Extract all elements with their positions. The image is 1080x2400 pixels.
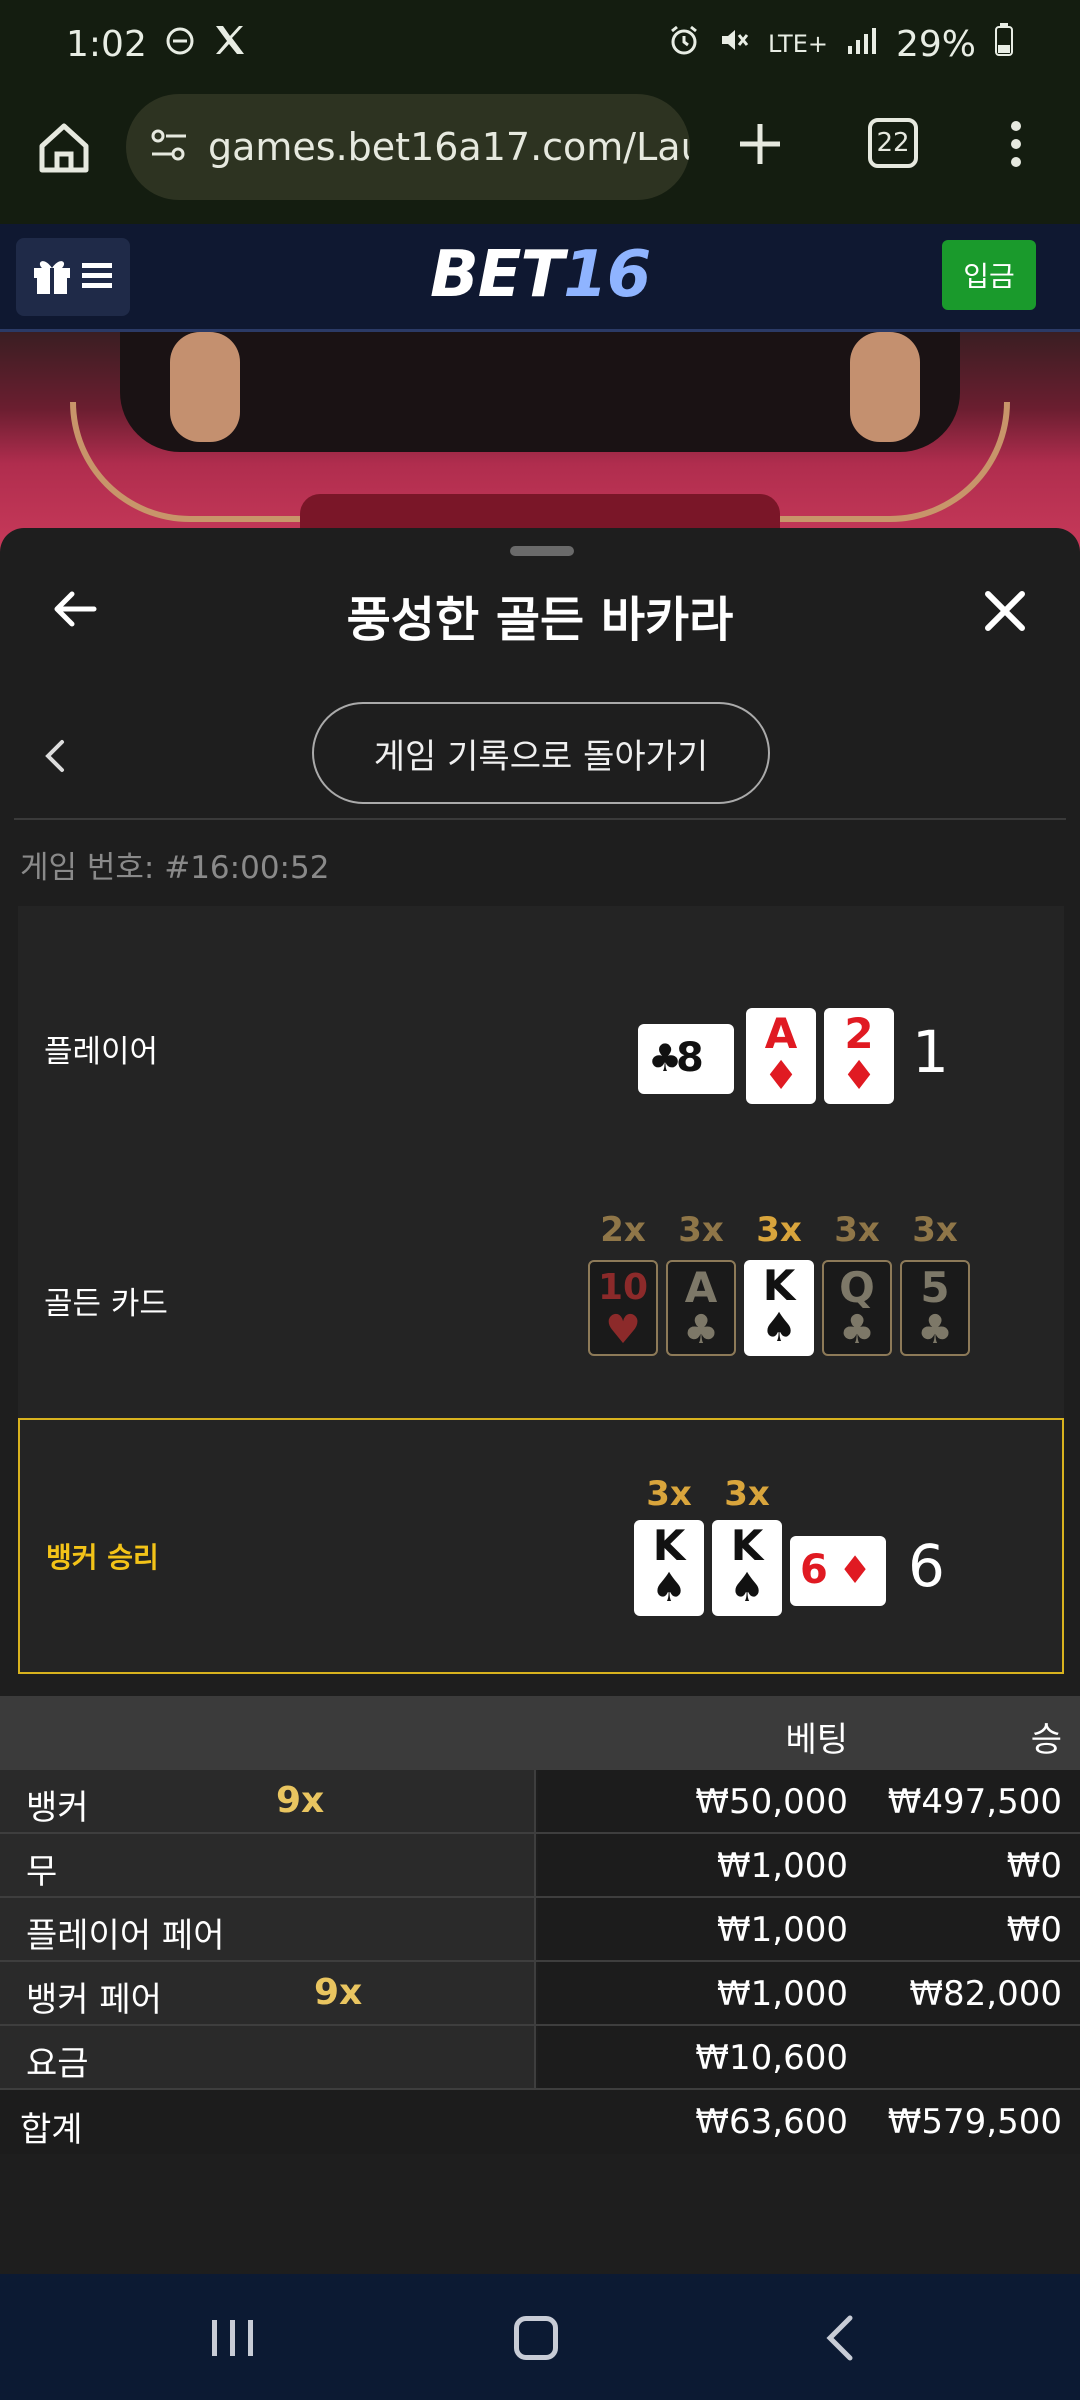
- recents-icon[interactable]: [206, 2316, 260, 2360]
- banker-win-highlight: 뱅커 승리 3x K ♠ 3x K ♠ ♦ 6 6: [18, 1418, 1064, 1674]
- bet-name: 뱅커 페어: [26, 1980, 162, 2020]
- player-label: 플레이어: [44, 1034, 159, 1070]
- bet-amount: ₩1,000: [717, 1910, 848, 1950]
- golden-multiplier-active: 3x: [756, 1210, 802, 1250]
- close-icon[interactable]: [980, 586, 1030, 636]
- win-amount: ₩0: [1006, 1846, 1062, 1886]
- panel-title: 풍성한 골든 바카라: [346, 592, 734, 648]
- banker-card-multiplier: 3x: [724, 1474, 770, 1514]
- back-nav-icon[interactable]: [820, 2314, 860, 2362]
- browser-toolbar: games.bet16a17.com/Launc 22: [0, 88, 1080, 224]
- gift-icon: [32, 254, 72, 300]
- table-row: 플레이어 페어 ₩1,000 ₩0: [0, 1898, 1080, 1962]
- mute-icon: [718, 24, 750, 65]
- system-nav-bar: [0, 2274, 1080, 2400]
- home-icon[interactable]: [34, 118, 94, 178]
- site-settings-icon[interactable]: [148, 124, 190, 170]
- site-header: BET16 입금: [0, 224, 1080, 332]
- banker-card-3: ♦ 6: [790, 1536, 886, 1606]
- tab-switcher-button[interactable]: 22: [868, 118, 918, 168]
- back-to-history-button[interactable]: 게임 기록으로 돌아가기: [312, 702, 770, 804]
- total-row: 합계 ₩63,600 ₩579,500: [0, 2090, 1080, 2154]
- win-amount: ₩0: [1006, 1910, 1062, 1950]
- new-tab-icon[interactable]: [730, 114, 790, 174]
- bet-summary-table: 베팅 승 뱅커 9x ₩50,000 ₩497,500 무 ₩1,000 ₩0 …: [0, 1696, 1080, 2154]
- player-card-1: ♣ 8: [638, 1024, 734, 1094]
- status-bar: 1:02 LTE+ 29%: [0, 0, 1080, 88]
- chevron-left-icon[interactable]: [40, 736, 70, 776]
- header-win: 승: [1030, 1720, 1062, 1760]
- banker-card-2: K ♠: [712, 1520, 782, 1616]
- deposit-button[interactable]: 입금: [942, 240, 1036, 310]
- win-amount: ₩497,500: [887, 1782, 1062, 1822]
- bet-name: 뱅커: [26, 1788, 89, 1828]
- drag-handle[interactable]: [510, 546, 574, 556]
- alarm-icon: [668, 24, 700, 65]
- player-card-3: 2 ♦: [824, 1008, 894, 1104]
- signal-icon: [846, 24, 878, 65]
- total-bet: ₩63,600: [695, 2102, 848, 2142]
- golden-card: 10 ♥: [588, 1260, 658, 1356]
- bet-multiplier: 9x: [276, 1780, 325, 1821]
- bet-name: 플레이어 페어: [26, 1916, 225, 1956]
- dnd-icon: [165, 24, 195, 65]
- bet-amount: ₩1,000: [717, 1974, 848, 2014]
- divider: [14, 818, 1066, 820]
- address-bar[interactable]: games.bet16a17.com/Launc: [126, 94, 690, 200]
- table-row: 뱅커 페어 9x ₩1,000 ₩82,000: [0, 1962, 1080, 2026]
- banker-card-multiplier: 3x: [646, 1474, 692, 1514]
- golden-multiplier: 3x: [678, 1210, 724, 1250]
- gift-menu-button[interactable]: [16, 238, 130, 316]
- home-nav-icon[interactable]: [514, 2316, 558, 2360]
- golden-card: A ♣: [666, 1260, 736, 1356]
- header-bet: 베팅: [785, 1720, 848, 1760]
- table-row: 요금 ₩10,600: [0, 2026, 1080, 2090]
- url-text[interactable]: games.bet16a17.com/Launc: [208, 125, 690, 169]
- win-amount: ₩82,000: [909, 1974, 1062, 2014]
- bet-name: 요금: [26, 2044, 89, 2084]
- golden-card-active: K ♠: [744, 1260, 814, 1356]
- site-logo[interactable]: BET16: [430, 238, 651, 312]
- golden-card: 5 ♣: [900, 1260, 970, 1356]
- golden-multiplier: 3x: [834, 1210, 880, 1250]
- status-time: 1:02: [66, 23, 147, 65]
- table-row: 뱅커 9x ₩50,000 ₩497,500: [0, 1770, 1080, 1834]
- hamburger-icon: [80, 261, 114, 293]
- player-card-2: A ♦: [746, 1008, 816, 1104]
- golden-multiplier: 2x: [600, 1210, 646, 1250]
- banker-score: 6: [908, 1532, 945, 1600]
- total-win: ₩579,500: [887, 2102, 1062, 2142]
- more-menu-icon[interactable]: [1004, 114, 1028, 174]
- game-number: 게임 번호: #16:00:52: [20, 850, 330, 886]
- golden-cards-label: 골든 카드: [44, 1286, 168, 1322]
- bet-table-header: 베팅 승: [0, 1696, 1080, 1770]
- golden-multiplier: 3x: [912, 1210, 958, 1250]
- network-type: LTE+: [767, 30, 828, 58]
- bet-amount: ₩50,000: [695, 1782, 848, 1822]
- bet-name: 무: [26, 1852, 58, 1892]
- live-video-stream: [0, 332, 1080, 552]
- table-row: 무 ₩1,000 ₩0: [0, 1834, 1080, 1898]
- golden-card: Q ♣: [822, 1260, 892, 1356]
- banker-card-1: K ♠: [634, 1520, 704, 1616]
- battery-percent: 29%: [895, 23, 976, 65]
- bet-amount: ₩10,600: [695, 2038, 848, 2078]
- round-results: 플레이어 ♣ 8 A ♦ 2 ♦ 1 골든 카드 2x 10 ♥ 3x A ♣ 3x K ♠…: [18, 906, 1064, 1674]
- total-label: 합계: [20, 2110, 83, 2150]
- game-detail-panel: 풍성한 골든 바카라 게임 기록으로 돌아가기 게임 번호: #16:00:52…: [0, 528, 1080, 2274]
- player-score: 1: [912, 1018, 949, 1086]
- battery-icon: [994, 22, 1014, 66]
- bet-multiplier: 9x: [314, 1972, 363, 2013]
- banker-win-label: 뱅커 승리: [46, 1541, 159, 1574]
- x-app-icon: [213, 23, 247, 66]
- bet-amount: ₩1,000: [717, 1846, 848, 1886]
